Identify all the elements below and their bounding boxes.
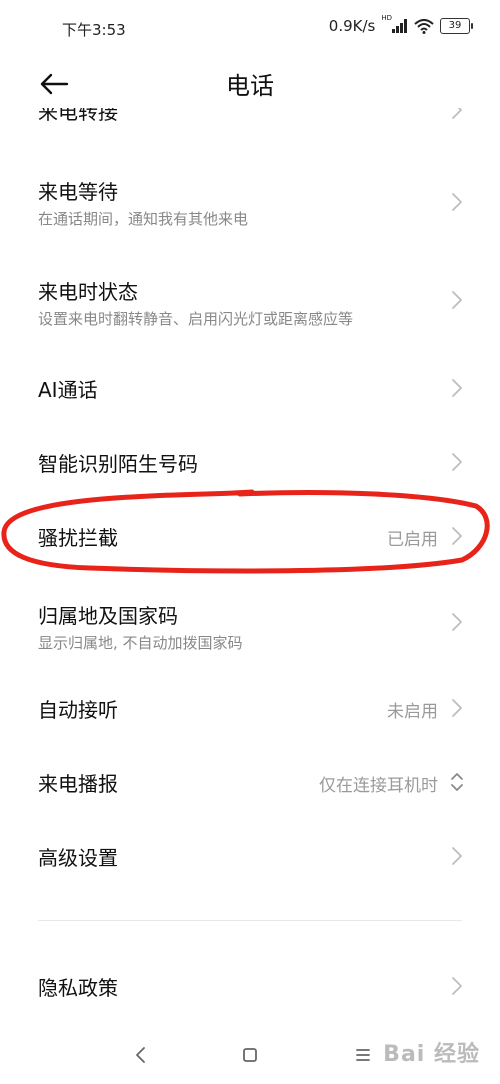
settings-item-title: 自动接听 (38, 698, 118, 722)
section-divider (38, 920, 462, 921)
settings-item-title: 来电时状态 (38, 280, 138, 304)
settings-item-title: 骚扰拦截 (38, 526, 118, 550)
status-bar: 下午3:53 0.9K/s HD 39 (0, 0, 500, 60)
chevron-right-icon (452, 193, 462, 211)
chevron-up-down-icon (451, 773, 463, 791)
settings-item-caller-announce[interactable]: 来电播报 仅在连接耳机时 (0, 754, 500, 810)
settings-item-smart-identify[interactable]: 智能识别陌生号码 (0, 434, 500, 490)
page-title: 电话 (226, 72, 274, 100)
nav-home-icon (243, 1048, 257, 1062)
header: 电话 (0, 60, 500, 108)
nav-back-button[interactable] (126, 1040, 156, 1070)
settings-item-advanced[interactable]: 高级设置 (0, 828, 500, 884)
chevron-right-icon (452, 527, 462, 545)
settings-item-title: 智能识别陌生号码 (38, 452, 198, 476)
settings-item-privacy-policy[interactable]: 隐私政策 (0, 958, 500, 1014)
chevron-right-icon (452, 847, 462, 865)
settings-item-title: 隐私政策 (38, 976, 118, 1000)
watermark-logo: Bai 经验 (383, 1042, 480, 1067)
settings-item-value: 未启用 (387, 702, 438, 722)
settings-item-subtitle: 设置来电时翻转静音、启用闪光灯或距离感应等 (38, 310, 354, 328)
nav-menu-icon (356, 1049, 370, 1061)
wifi-icon (414, 18, 434, 34)
status-icons: 0.9K/s HD 39 (328, 14, 473, 35)
settings-item-subtitle: 显示归属地, 不自动加拨国家码 (38, 634, 243, 652)
settings-item-call-waiting[interactable]: 来电等待 在通话期间，通知我有其他来电 (0, 166, 500, 236)
status-time: 下午3:53 (62, 21, 126, 39)
settings-item-title: 归属地及国家码 (38, 604, 178, 628)
settings-item-title: 来电转接 (38, 108, 118, 124)
settings-item-title: 高级设置 (38, 846, 118, 870)
settings-item-subtitle: 在通话期间，通知我有其他来电 (38, 210, 249, 228)
settings-item-value: 已启用 (387, 530, 438, 550)
chevron-right-icon (452, 108, 462, 119)
settings-item-harassment-block[interactable]: 骚扰拦截 已启用 (0, 508, 500, 564)
settings-item-call-forwarding[interactable]: 来电转接 (0, 108, 500, 136)
nav-home-button[interactable] (235, 1040, 265, 1070)
settings-item-location-country-code[interactable]: 归属地及国家码 显示归属地, 不自动加拨国家码 (0, 590, 500, 660)
settings-item-title: AI通话 (38, 378, 98, 402)
settings-item-title: 来电等待 (38, 180, 118, 204)
chevron-right-icon (452, 453, 462, 471)
settings-item-ai-call[interactable]: AI通话 (0, 360, 500, 416)
chevron-right-icon (452, 291, 462, 309)
settings-item-value: 仅在连接耳机时 (319, 776, 438, 796)
battery-icon: 39 (440, 18, 473, 34)
signal-icon (392, 19, 407, 33)
chevron-right-icon (452, 977, 462, 995)
chevron-right-icon (452, 699, 462, 717)
hd-badge: HD (381, 14, 392, 22)
nav-menu-button[interactable] (348, 1040, 378, 1070)
settings-item-auto-answer[interactable]: 自动接听 未启用 (0, 680, 500, 736)
settings-item-title: 来电播报 (38, 772, 118, 796)
network-speed: 0.9K/s (328, 17, 376, 35)
chevron-right-icon (452, 379, 462, 397)
nav-back-icon (136, 1047, 145, 1063)
settings-item-incoming-state[interactable]: 来电时状态 设置来电时翻转静音、启用闪光灯或距离感应等 (0, 266, 500, 336)
chevron-right-icon (452, 613, 462, 631)
